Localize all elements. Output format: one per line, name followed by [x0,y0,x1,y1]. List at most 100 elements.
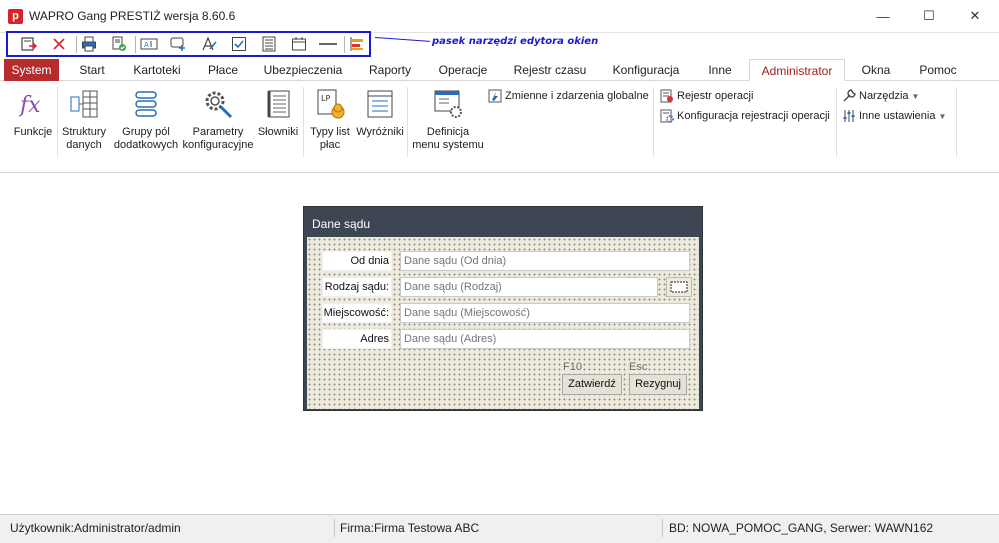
od-dnia-field[interactable] [400,251,690,271]
calendar-field-icon[interactable] [290,36,308,52]
tab-inne[interactable]: Inne [702,59,738,81]
tab-rejestr-czasu[interactable]: Rejestr czasu [511,59,589,81]
konfiguracja-rejestracji-button[interactable]: Konfiguracja rejestracji operacji [660,109,830,123]
parametry-label-1: Parametry [192,126,244,138]
minimize-button[interactable]: — [860,0,906,32]
confirm-hotkey: F10 [563,361,582,373]
status-company: Firma:Firma Testowa ABC [340,521,480,535]
lookup-icon [670,281,688,293]
tab-system[interactable]: System [4,59,59,81]
checkbox-field-icon[interactable] [230,36,248,52]
slowniki-button[interactable]: Słowniki [255,87,301,139]
tab-okna[interactable]: Okna [856,59,896,81]
tab-start[interactable]: Start [73,59,111,81]
adres-field[interactable] [400,329,690,349]
maximize-button[interactable]: ☐ [906,0,952,32]
struktury-danych-button[interactable]: Struktury danych [58,87,110,151]
adres-label: Adres [322,329,392,349]
narzedzia-dropdown[interactable]: Narzędzia ▼ [842,89,919,103]
wyrozniki-label: Wyróżniki [356,126,404,138]
dialog-body: Od dnia Rodzaj sądu: Miejscowość: Adres … [307,237,699,409]
dane-sadu-dialog: Dane sądu Od dnia Rodzaj sądu: Miejscowo… [303,206,703,411]
print-icon[interactable] [80,36,98,52]
data-structure-icon [67,87,101,121]
lookup-picker-button[interactable] [666,277,692,297]
dictionary-icon [261,87,295,121]
label-field-icon[interactable]: A [140,36,158,52]
close-window-button[interactable]: ✕ [952,0,998,32]
zatwierdz-button[interactable]: Zatwierdź [562,374,622,395]
zmienne-label: Zmienne i zdarzenia globalne [505,90,649,102]
app-logo: p [8,9,23,24]
payroll-types-icon: LP [313,87,347,121]
ribbon-panel: fx Funkcje Struktury danych Grupy pól do… [0,81,999,173]
cancel-hotkey: Esc [629,361,648,373]
typy-list-plac-button[interactable]: LP Typy list płac [305,87,355,151]
konfiguracja-rejestracji-label: Konfiguracja rejestracji operacji [677,110,830,122]
cancel-x-icon[interactable] [50,36,68,52]
definicja-label-2: menu systemu [412,138,484,151]
tab-kartoteki[interactable]: Kartoteki [128,59,186,81]
grupy-label-2: dodatkowych [113,138,179,151]
grupy-label-1: Grupy pól [122,126,170,138]
funkcje-button[interactable]: fx Funkcje [8,87,58,139]
annotation-connector [374,37,430,42]
log-config-icon [660,109,674,123]
wyrozniki-button[interactable]: Wyróżniki [355,87,405,139]
chevron-down-icon: ▼ [938,111,947,121]
preview-check-icon[interactable] [110,36,128,52]
font-style-icon[interactable] [200,36,218,52]
definicja-label-1: Definicja [426,126,470,138]
wrench-icon [843,89,856,102]
slowniki-label: Słowniki [257,126,299,138]
tab-place[interactable]: Płace [203,59,243,81]
rezygnuj-button[interactable]: Rezygnuj [629,374,687,395]
parametry-label-2: konfiguracyjne [182,138,254,151]
svg-text:fx: fx [18,93,41,118]
zmienne-zdarzenia-button[interactable]: Zmienne i zdarzenia globalne [488,89,649,103]
horizontal-line-icon[interactable] [319,36,337,52]
inne-ustawienia-dropdown[interactable]: Inne ustawienia ▼ [842,109,946,123]
function-fx-icon: fx [16,87,50,121]
rodzaj-sadu-field[interactable] [400,277,658,297]
ribbon-tab-bar: System Start Kartoteki Płace Ubezpieczen… [0,59,999,81]
rejestr-operacji-label: Rejestr operacji [677,90,754,102]
dialog-title: Dane sądu [312,217,371,231]
od-dnia-label: Od dnia [322,251,392,271]
parametry-konfiguracyjne-button[interactable]: Parametry konfiguracyjne [181,87,255,151]
inne-ustawienia-label: Inne ustawienia [859,110,936,122]
miejscowosc-label: Miejscowość: [322,303,392,323]
tab-operacje[interactable]: Operacje [433,59,493,81]
tab-administrator[interactable]: Administrator [749,59,845,81]
list-field-icon[interactable] [260,36,278,52]
save-exit-icon[interactable] [20,36,38,52]
svg-text:A: A [144,41,149,49]
miejscowosc-field[interactable] [400,303,690,323]
typy-label-1: Typy list [310,126,350,138]
grupy-pol-button[interactable]: Grupy pól dodatkowych [112,87,180,151]
rodzaj-sadu-label: Rodzaj sądu: [322,277,392,297]
definicja-menu-button[interactable]: Definicja menu systemu [410,87,486,151]
struktury-label-1: Struktury [61,126,106,138]
typy-label-2: płac [319,138,341,151]
status-bar: Użytkownik:Administrator/admin Firma:Fir… [0,514,999,543]
struktury-label-2: danych [66,138,102,151]
field-groups-icon [129,87,163,121]
tab-pomoc[interactable]: Pomoc [914,59,962,81]
add-field-icon[interactable] [170,36,188,52]
tab-raporty[interactable]: Raporty [364,59,416,81]
menu-definition-icon [431,87,465,121]
tab-konfiguracja[interactable]: Konfiguracja [607,59,685,81]
rejestr-operacji-button[interactable]: Rejestr operacji [660,89,753,103]
toolbar-annotation: pasek narzędzi edytora okien [432,36,599,47]
status-database: BD: NOWA_POMOC_GANG, Serwer: WAWN162 [669,521,934,535]
title-bar: p WAPRO Gang PRESTIŻ wersja 8.60.6 — ☐ ✕ [0,0,999,33]
global-variables-icon [488,89,502,103]
svg-text:LP: LP [321,94,330,103]
window-title: WAPRO Gang PRESTIŻ wersja 8.60.6 [29,9,236,23]
align-color-icon[interactable] [348,36,366,52]
tab-ubezpieczenia[interactable]: Ubezpieczenia [261,59,345,81]
funkcje-label: Funkcje [13,126,53,138]
window-editor-toolbar: A [6,31,371,57]
chevron-down-icon: ▼ [911,91,920,101]
